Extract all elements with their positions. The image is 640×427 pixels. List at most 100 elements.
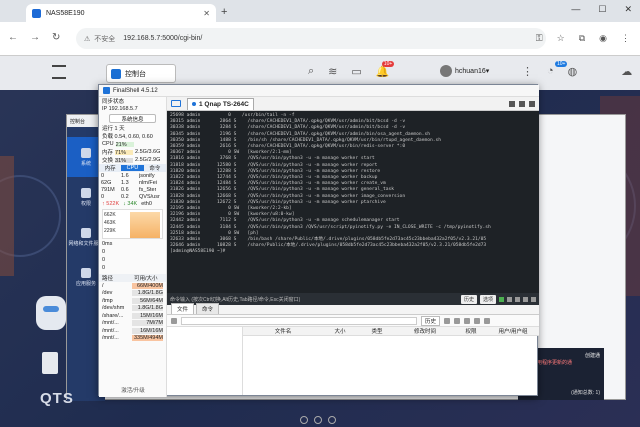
tab-files[interactable]: 文件 <box>171 303 195 314</box>
proc-col-cmd[interactable]: 命令 <box>144 164 166 172</box>
proc-col-mem[interactable]: 内存 <box>99 164 121 172</box>
upload-icon[interactable] <box>464 317 471 324</box>
command-input-bar[interactable]: 命令输入 (按次Ctrl切换,Alt历史,Tab路径/命令,Esc关闭窗口) 历… <box>167 293 539 305</box>
cpu-meter: 21% <box>115 141 134 148</box>
disk-value: 1.8G/1.8G <box>131 290 163 297</box>
finalshell-titlebar: FinalShell 4.5.12 <box>99 85 539 97</box>
external-device-icon[interactable]: ▭ <box>351 65 361 78</box>
dashboard-icon[interactable]: ◔ 10+ <box>547 61 568 78</box>
clear-icon[interactable] <box>531 296 536 302</box>
tab-commands[interactable]: 命令 <box>196 303 220 314</box>
file-history-button[interactable]: 历史 <box>421 315 441 326</box>
table-row[interactable]: 62G 1.3 nlm/Fei <box>99 179 166 186</box>
table-row[interactable]: /mnt/... 7M/7M <box>99 320 166 328</box>
url-field[interactable]: ⚠ 不安全 192.168.5.7:5000/cgi-bin/ <box>76 28 546 49</box>
new-tab-icon[interactable]: + <box>221 6 227 18</box>
forward-icon[interactable]: → <box>30 32 40 43</box>
up-folder-icon[interactable] <box>444 317 451 324</box>
page-dot[interactable] <box>328 416 336 424</box>
notification-badge: 10+ <box>381 61 395 67</box>
table-row[interactable]: 791M 0.6 fs_Ster <box>99 186 166 193</box>
trash-icon[interactable] <box>42 352 58 374</box>
table-row[interactable]: 0 0.2 QVS/usr <box>99 193 166 200</box>
col-owner[interactable]: 用户/用户组 <box>489 327 537 335</box>
session-tab-label: 1 Qnap TS-264C <box>199 100 249 108</box>
star-icon[interactable]: ☆ <box>557 33 565 44</box>
terminal-line: [admin@NAS58E190 ~]# <box>170 249 229 255</box>
search-icon[interactable]: ⌕ <box>308 65 314 78</box>
folder-icon[interactable] <box>171 100 181 107</box>
extensions-icon[interactable]: ⧉ <box>579 33 585 44</box>
more-icon[interactable]: ⋮ <box>522 65 533 78</box>
event-icon[interactable]: 🔔 10+ <box>376 61 395 78</box>
options-button[interactable]: 选项 <box>479 294 496 304</box>
qts-helper-robot-icon[interactable] <box>36 296 66 330</box>
user-menu[interactable]: hchuan16 ▾ <box>440 65 489 77</box>
copy-icon[interactable] <box>507 296 512 302</box>
file-list[interactable]: 文件名 大小 类型 修改时间 权限 用户/用户组 <box>243 327 539 395</box>
session-tab[interactable]: 1 Qnap TS-264C <box>187 97 254 110</box>
col-name[interactable]: 文件名 <box>243 327 323 335</box>
history-button[interactable]: 历史 <box>460 294 477 304</box>
table-row[interactable]: /dev/shm 1.8G/1.8G <box>99 305 166 313</box>
settings-icon[interactable] <box>523 296 528 302</box>
sysinfo-button[interactable]: 系统信息 <box>109 114 156 123</box>
proc-mem: 62G <box>101 179 112 186</box>
new-folder-icon[interactable] <box>454 317 461 324</box>
address-bar-row: ← → ↻ ⚠ 不安全 192.168.5.7:5000/cgi-bin/ ⚿ … <box>0 22 640 56</box>
terminal-output[interactable]: 25698 admin 0 /usr/bin/tail -n -f 30315 a… <box>167 111 539 293</box>
layout-icon[interactable] <box>509 100 515 107</box>
mem-row: 内存 71% 2.5G/3.6G <box>99 148 166 156</box>
graph-label: 463K <box>104 220 116 226</box>
tab-title: NAS58E190 <box>46 9 85 17</box>
col-permissions[interactable]: 权限 <box>453 327 489 335</box>
profile-icon[interactable]: ◉ <box>599 33 607 44</box>
upgrade-link[interactable]: 激活/升级 <box>99 386 167 394</box>
key-icon[interactable]: ⚿ <box>536 33 543 44</box>
download-icon[interactable] <box>474 317 481 324</box>
table-row[interactable]: /dev 1.8G/1.8G <box>99 290 166 298</box>
close-tab-icon[interactable]: ✕ <box>203 9 210 18</box>
layout-icon[interactable] <box>529 100 535 107</box>
directory-tree[interactable] <box>167 327 243 395</box>
graph-area <box>130 212 160 238</box>
lightning-icon[interactable] <box>499 296 504 302</box>
warning-icon: ⚠ <box>84 35 91 43</box>
tasks-icon[interactable]: ≋ <box>328 65 337 78</box>
reload-icon[interactable]: ↻ <box>52 32 60 43</box>
back-icon[interactable]: ← <box>8 32 18 43</box>
table-row[interactable]: /tmp 56M/64M <box>99 297 166 305</box>
network-row: ↑ 522K ↓ 34K eth0 <box>99 200 166 208</box>
table-row[interactable]: /share/... 15M/16M <box>99 312 166 320</box>
col-type[interactable]: 类型 <box>357 327 397 335</box>
maximize-icon[interactable]: ☐ <box>598 4 606 15</box>
file-browser: 文件名 大小 类型 修改时间 权限 用户/用户组 <box>167 327 539 395</box>
refresh-icon[interactable] <box>171 317 177 324</box>
insecure-label: 不安全 <box>94 35 116 43</box>
swap-meter: 31% <box>115 157 134 164</box>
main-menu-icon[interactable] <box>52 65 66 79</box>
net-iface[interactable]: eth0 <box>141 201 152 207</box>
browser-tab[interactable]: NAS58E190 ✕ <box>26 4 216 22</box>
disk-path: /mnt/... <box>102 327 119 334</box>
table-row[interactable]: /mnt/... 16M/16M <box>99 327 166 335</box>
page-dot[interactable] <box>300 416 308 424</box>
table-row[interactable]: 0 1.6 jsonify <box>99 172 166 179</box>
control-panel-taskbar-button[interactable]: 控制台 <box>106 64 176 83</box>
menu-icon[interactable]: ⋮ <box>621 33 630 44</box>
col-size[interactable]: 大小 <box>323 327 357 335</box>
search-icon[interactable] <box>515 296 520 302</box>
more-options-icon[interactable] <box>484 317 491 324</box>
table-row[interactable]: / 66M/400M <box>99 282 166 290</box>
cloud-icon[interactable]: ☁ <box>621 65 632 78</box>
page-dot[interactable] <box>314 416 322 424</box>
proc-col-cpu[interactable]: CPU <box>121 165 144 171</box>
close-window-icon[interactable]: ✕ <box>624 4 632 15</box>
col-modified[interactable]: 修改时间 <box>397 327 453 335</box>
path-input[interactable] <box>181 316 417 325</box>
table-row[interactable]: /mnt/... 335M/494M <box>99 335 166 343</box>
monitor-icon[interactable]: ◍ <box>568 65 578 78</box>
qts-logo: QTS <box>40 390 74 407</box>
minimize-icon[interactable]: — <box>571 4 580 15</box>
layout-icon[interactable] <box>519 100 525 107</box>
